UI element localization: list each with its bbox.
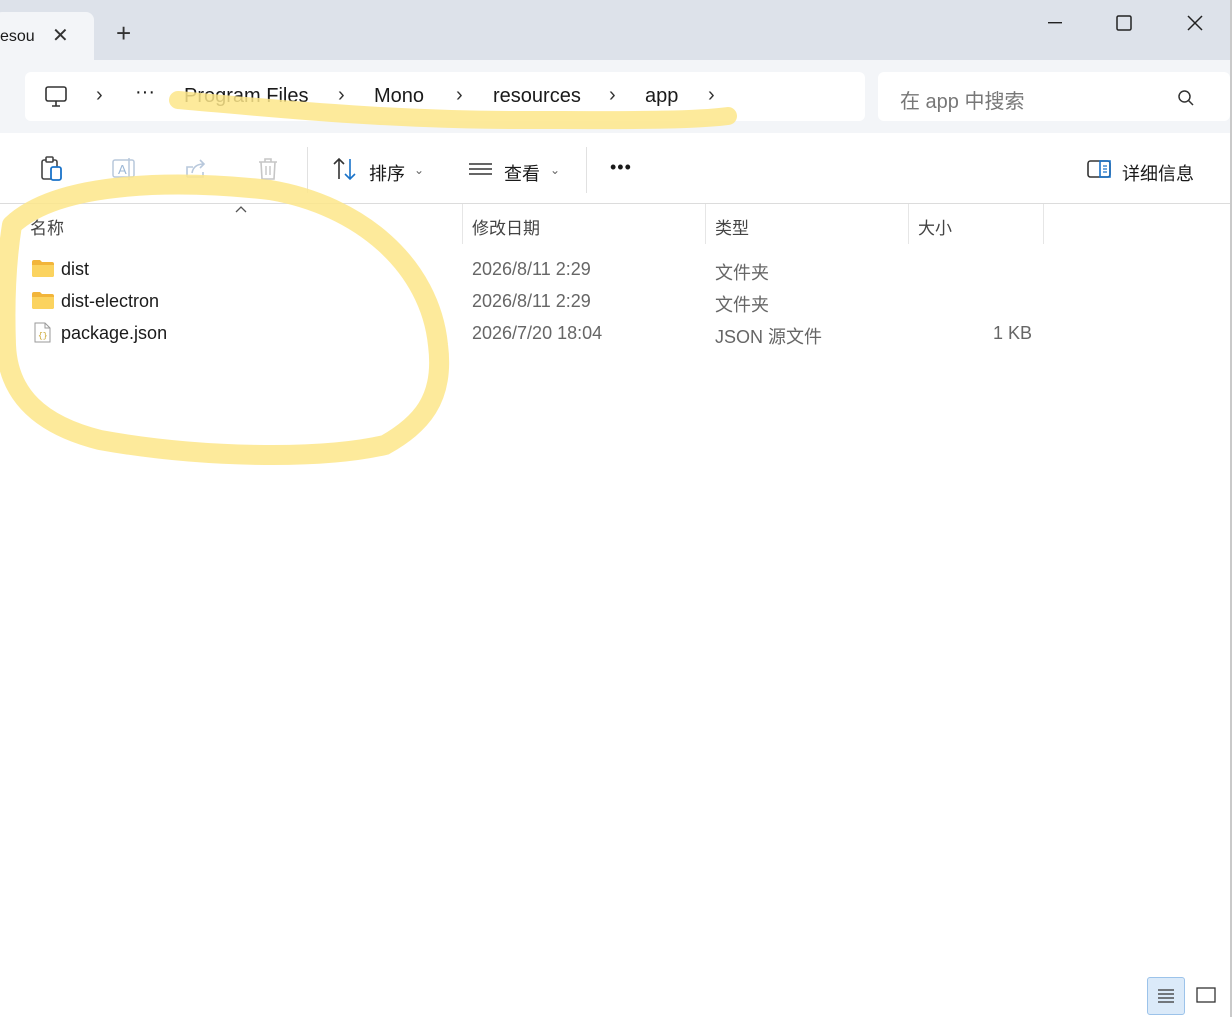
file-name: dist-electron <box>61 291 160 311</box>
toolbar-divider <box>586 147 587 193</box>
sort-icon <box>333 157 356 181</box>
sort-ascending-icon <box>235 206 247 213</box>
list-item[interactable]: dist 2026/8/11 2:29 文件夹 <box>0 253 1232 285</box>
file-name: package.json <box>61 323 168 343</box>
breadcrumb-resources[interactable]: resources <box>493 85 581 108</box>
folder-icon <box>32 260 54 277</box>
search-placeholder: 在 app 中搜索 <box>900 91 1025 113</box>
chevron-down-icon: ⌄ <box>550 163 561 177</box>
tab-title: esou <box>0 28 35 45</box>
file-type: 文件夹 <box>715 263 769 283</box>
tab-active[interactable]: esou ✕ <box>0 12 94 60</box>
title-bar: esou ✕ + <box>0 0 1232 60</box>
folder-icon <box>32 292 54 309</box>
share-icon[interactable] <box>183 155 211 183</box>
tiles-view-button[interactable] <box>1190 977 1224 1013</box>
file-name: dist <box>61 259 90 279</box>
minimize-icon[interactable] <box>1032 8 1078 38</box>
svg-text:{}: {} <box>38 332 48 341</box>
toolbar-divider <box>307 147 308 193</box>
file-modified: 2026/7/20 18:04 <box>472 323 603 343</box>
paste-icon[interactable] <box>38 155 66 183</box>
column-headers: 名称 修改日期 类型 大小 <box>0 204 1232 244</box>
column-header-type[interactable]: 类型 <box>715 214 749 239</box>
command-bar: A 排序 ⌄ 查看 ⌄ ••• 详细信息 <box>0 133 1232 204</box>
this-pc-icon[interactable] <box>44 85 68 109</box>
search-icon <box>1178 90 1194 106</box>
breadcrumb-overflow[interactable]: ··· <box>135 81 155 104</box>
chevron-right-icon: › <box>338 84 345 106</box>
column-header-modified[interactable]: 修改日期 <box>472 214 540 239</box>
chevron-right-icon: › <box>456 84 463 106</box>
breadcrumb-program-files[interactable]: Program Files <box>184 85 308 108</box>
column-header-size[interactable]: 大小 <box>918 214 952 239</box>
sort-label: 排序 <box>369 164 405 184</box>
file-type: JSON 源文件 <box>715 327 823 347</box>
column-divider[interactable] <box>908 204 909 244</box>
chevron-right-icon[interactable]: › <box>708 84 715 107</box>
list-item[interactable]: dist-electron 2026/8/11 2:29 文件夹 <box>0 285 1232 317</box>
plus-icon[interactable]: + <box>116 20 131 46</box>
file-modified: 2026/8/11 2:29 <box>472 259 591 279</box>
rename-icon[interactable]: A <box>110 155 138 183</box>
view-label: 查看 <box>504 164 540 184</box>
details-view-button[interactable] <box>1147 977 1185 1015</box>
details-view-icon <box>1158 989 1174 1003</box>
breadcrumb-app[interactable]: app <box>645 85 678 108</box>
json-file-icon: {} <box>34 322 51 343</box>
chevron-right-icon: › <box>96 84 103 106</box>
breadcrumb[interactable]: › ··· Program Files › Mono › resources ›… <box>25 72 865 121</box>
tiles-view-icon <box>1196 987 1216 1003</box>
delete-icon[interactable] <box>254 155 282 183</box>
breadcrumb-mono[interactable]: Mono <box>374 85 424 108</box>
list-item[interactable]: {} package.json 2026/7/20 18:04 JSON 源文件… <box>0 317 1232 349</box>
file-size: 1 KB <box>992 323 1032 343</box>
file-modified: 2026/8/11 2:29 <box>472 291 591 311</box>
column-divider[interactable] <box>462 204 463 244</box>
column-divider[interactable] <box>1043 204 1044 244</box>
svg-text:A: A <box>118 162 127 177</box>
maximize-icon[interactable] <box>1101 8 1147 38</box>
address-bar: › ··· Program Files › Mono › resources ›… <box>0 60 1232 134</box>
view-icon <box>469 163 492 175</box>
chevron-right-icon: › <box>609 84 616 106</box>
close-window-icon[interactable] <box>1172 8 1218 38</box>
column-divider[interactable] <box>705 204 706 244</box>
close-icon[interactable]: ✕ <box>52 23 69 48</box>
details-pane-icon <box>1087 160 1111 178</box>
status-bar <box>0 975 1232 1017</box>
details-label: 详细信息 <box>1122 164 1194 184</box>
more-options-button[interactable]: ••• <box>610 157 632 178</box>
search-input[interactable]: 在 app 中搜索 <box>878 72 1230 121</box>
column-header-name[interactable]: 名称 <box>30 214 64 239</box>
chevron-down-icon: ⌄ <box>414 163 425 177</box>
file-type: 文件夹 <box>715 295 769 315</box>
